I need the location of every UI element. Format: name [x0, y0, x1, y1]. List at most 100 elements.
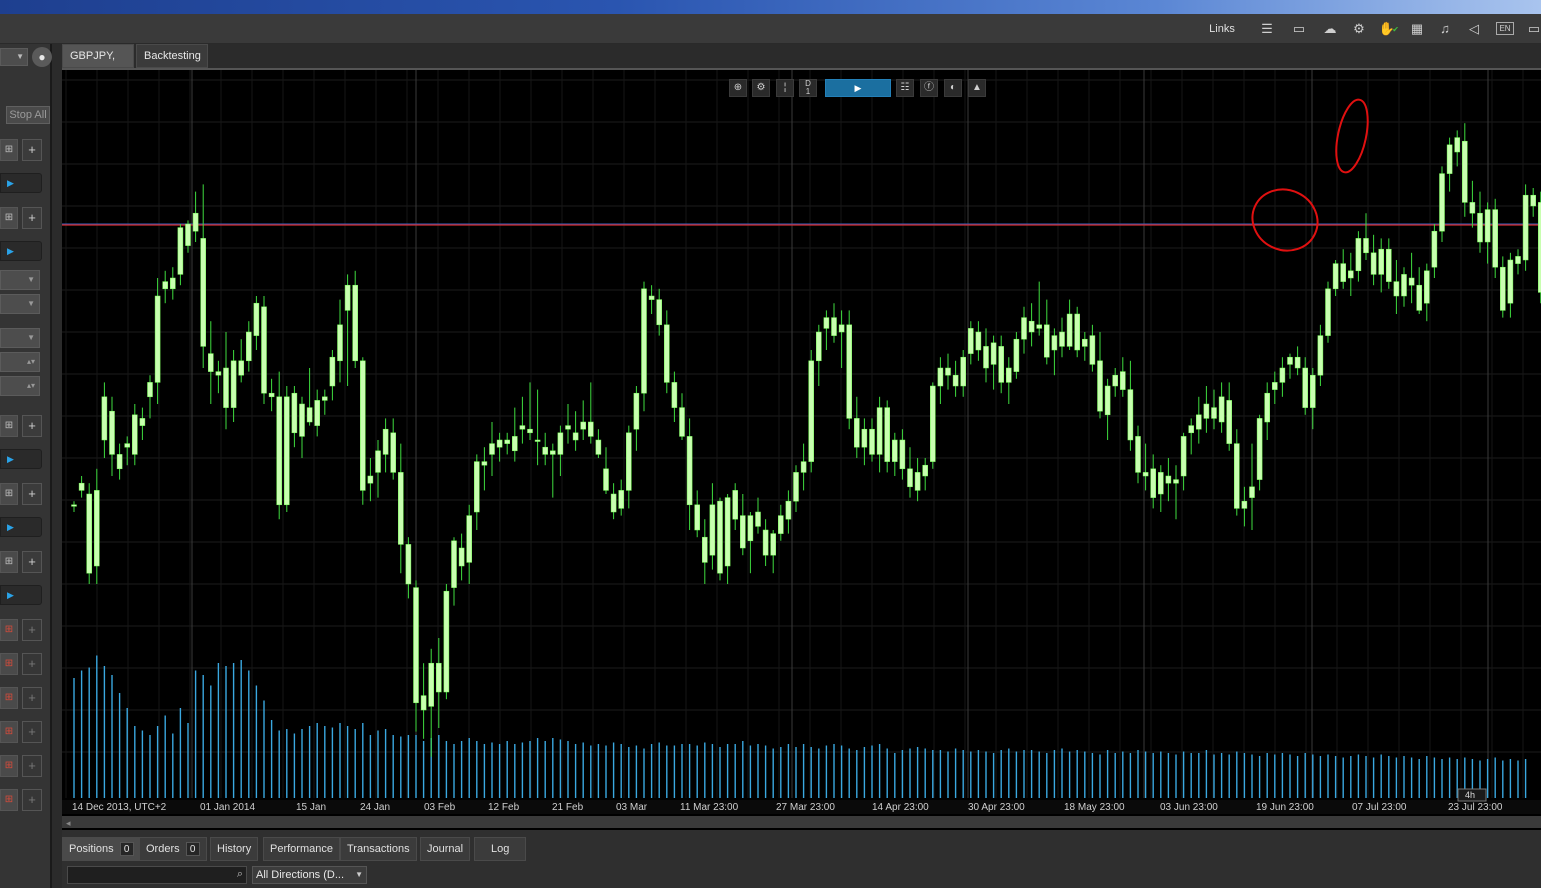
add-instance-button[interactable]: + — [22, 207, 42, 229]
video-icon[interactable]: ▭ — [1290, 20, 1308, 38]
period-selector[interactable]: D1 — [799, 79, 817, 97]
add-instance-button[interactable]: + — [22, 653, 42, 675]
candle-body — [360, 360, 366, 491]
monitor-icon[interactable]: ▭ — [1525, 20, 1541, 38]
play-icon[interactable]: ▶ — [7, 178, 14, 189]
cloud-gear-icon[interactable]: ☁ — [1321, 20, 1339, 38]
user-icon[interactable]: ● — [32, 47, 52, 67]
instance-row[interactable]: ▶ — [0, 449, 42, 469]
candles-icon[interactable]: ¦ — [776, 79, 794, 97]
add-instance-button[interactable]: + — [22, 721, 42, 743]
sentiment-icon[interactable]: ◐ — [944, 79, 962, 97]
play-icon[interactable]: ▶ — [7, 454, 14, 465]
robot-error-icon[interactable]: ⊞ — [0, 619, 18, 641]
add-instance-button[interactable]: + — [22, 789, 42, 811]
volume-icon[interactable]: ◁ — [1465, 20, 1483, 38]
x-tick-label: 14 Dec 2013, UTC+2 — [72, 802, 167, 813]
language-en-icon[interactable]: EN — [1496, 22, 1514, 35]
robot-error-icon[interactable]: ⊞ — [0, 755, 18, 777]
add-instance-button[interactable]: + — [22, 483, 42, 505]
chart-canvas[interactable]: 14 Dec 2013, UTC+2 01 Jan 2014 15 Jan 24 Ja… — [62, 70, 1541, 830]
candle-body — [177, 227, 184, 275]
candle-body — [952, 374, 959, 387]
x-tick-label: 14 Apr 23:00 — [872, 802, 929, 813]
play-icon[interactable]: ▶ — [7, 522, 14, 533]
add-instance-button[interactable]: + — [22, 755, 42, 777]
robot-icon[interactable]: ⊞ — [0, 551, 18, 573]
instance-row[interactable]: ▶ — [0, 517, 42, 537]
candle-body — [1287, 356, 1293, 365]
x-tick-label: 19 Jun 23:00 — [1256, 802, 1314, 813]
objects-icon[interactable]: ☷ — [896, 79, 914, 97]
add-instance-button[interactable]: + — [22, 415, 42, 437]
candle-body — [1515, 256, 1521, 264]
add-instance-button[interactable]: + — [22, 139, 42, 161]
candle-body — [1348, 270, 1354, 279]
candle-body — [1408, 277, 1415, 286]
instance-row[interactable]: ▶ — [0, 241, 42, 261]
candle-body — [1401, 274, 1407, 297]
param-stepper[interactable]: ▴▾ — [0, 376, 40, 396]
param-dropdown[interactable]: ▼ — [0, 270, 40, 290]
tab-backtesting[interactable]: Backtesting — [136, 44, 208, 68]
robot-icon[interactable]: ⊞ — [0, 415, 18, 437]
account-dropdown[interactable]: ▼ — [0, 48, 28, 66]
tab-performance[interactable]: Performance — [263, 837, 340, 861]
hand-check-icon[interactable]: ✋ ✔ — [1378, 20, 1399, 38]
tab-history[interactable]: History — [210, 837, 259, 861]
tab-log[interactable]: Log — [474, 837, 527, 861]
param-stepper[interactable]: ▴▾ — [0, 352, 40, 372]
candle-body — [542, 446, 548, 455]
bot-row: ⊞ + — [0, 687, 46, 711]
candle-body — [139, 418, 146, 426]
play-button[interactable]: ▶ — [825, 79, 891, 97]
settings-icon[interactable]: ⚙ — [752, 79, 770, 97]
robot-icon[interactable]: ⊞ — [0, 483, 18, 505]
x-tick-label: 30 Apr 23:00 — [968, 802, 1025, 813]
robot-icon[interactable]: ⊞ — [0, 139, 18, 161]
param-dropdown[interactable]: ▼ — [0, 328, 40, 348]
stop-all-button[interactable]: Stop All — [6, 106, 50, 124]
robot-error-icon[interactable]: ⊞ — [0, 687, 18, 709]
tab-journal[interactable]: Journal — [420, 837, 471, 861]
candle-body — [937, 367, 944, 387]
candle-body — [458, 547, 465, 567]
candle-body — [1188, 425, 1194, 434]
links-button[interactable]: Links — [1200, 23, 1244, 35]
info-icon[interactable]: ⓕ — [920, 79, 938, 97]
candle-body — [306, 407, 313, 423]
param-dropdown[interactable]: ▼ — [0, 294, 40, 314]
calendar-icon[interactable]: ▦ — [1408, 20, 1426, 38]
play-icon[interactable]: ▶ — [7, 246, 14, 257]
bell-icon[interactable]: ♫ — [1436, 20, 1454, 38]
add-instance-button[interactable]: + — [22, 687, 42, 709]
candle-body — [1173, 479, 1179, 484]
candle-body — [968, 328, 974, 354]
robot-error-icon[interactable]: ⊞ — [0, 721, 18, 743]
zoom-icon[interactable]: ⊕ — [729, 79, 747, 97]
tab-transactions[interactable]: Transactions — [340, 837, 417, 861]
search-input[interactable]: ⌕ — [67, 866, 247, 884]
play-icon[interactable]: ▶ — [7, 590, 14, 601]
candle-body — [823, 317, 830, 329]
add-instance-button[interactable]: + — [22, 619, 42, 641]
tab-orders[interactable]: Orders 0 — [139, 837, 207, 861]
tab-positions[interactable]: Positions 0 — [62, 837, 141, 861]
add-instance-button[interactable]: + — [22, 551, 42, 573]
list-icon[interactable]: ☰ — [1258, 20, 1276, 38]
candle-body — [1507, 259, 1514, 304]
candle-body — [1112, 374, 1118, 387]
price-chart[interactable]: 14 Dec 2013, UTC+2 01 Jan 2014 15 Jan 24 Ja… — [62, 68, 1541, 830]
instance-row[interactable]: ▶ — [0, 585, 42, 605]
direction-filter-select[interactable]: ▼ All Directions (D... — [252, 866, 367, 884]
candle-body — [1264, 392, 1270, 423]
scroll-left-icon: ◂ — [66, 818, 71, 828]
cloud-settings-icon[interactable]: ⚙ — [1350, 20, 1368, 38]
candle-body — [519, 425, 526, 430]
tab-gbpjpy-d1[interactable]: GBPJPY, D1 — [62, 44, 134, 84]
robot-icon[interactable]: ⊞ — [0, 207, 18, 229]
robot-icon[interactable]: ▲ — [968, 79, 986, 97]
robot-error-icon[interactable]: ⊞ — [0, 789, 18, 811]
instance-row[interactable]: ▶ — [0, 173, 42, 193]
robot-error-icon[interactable]: ⊞ — [0, 653, 18, 675]
